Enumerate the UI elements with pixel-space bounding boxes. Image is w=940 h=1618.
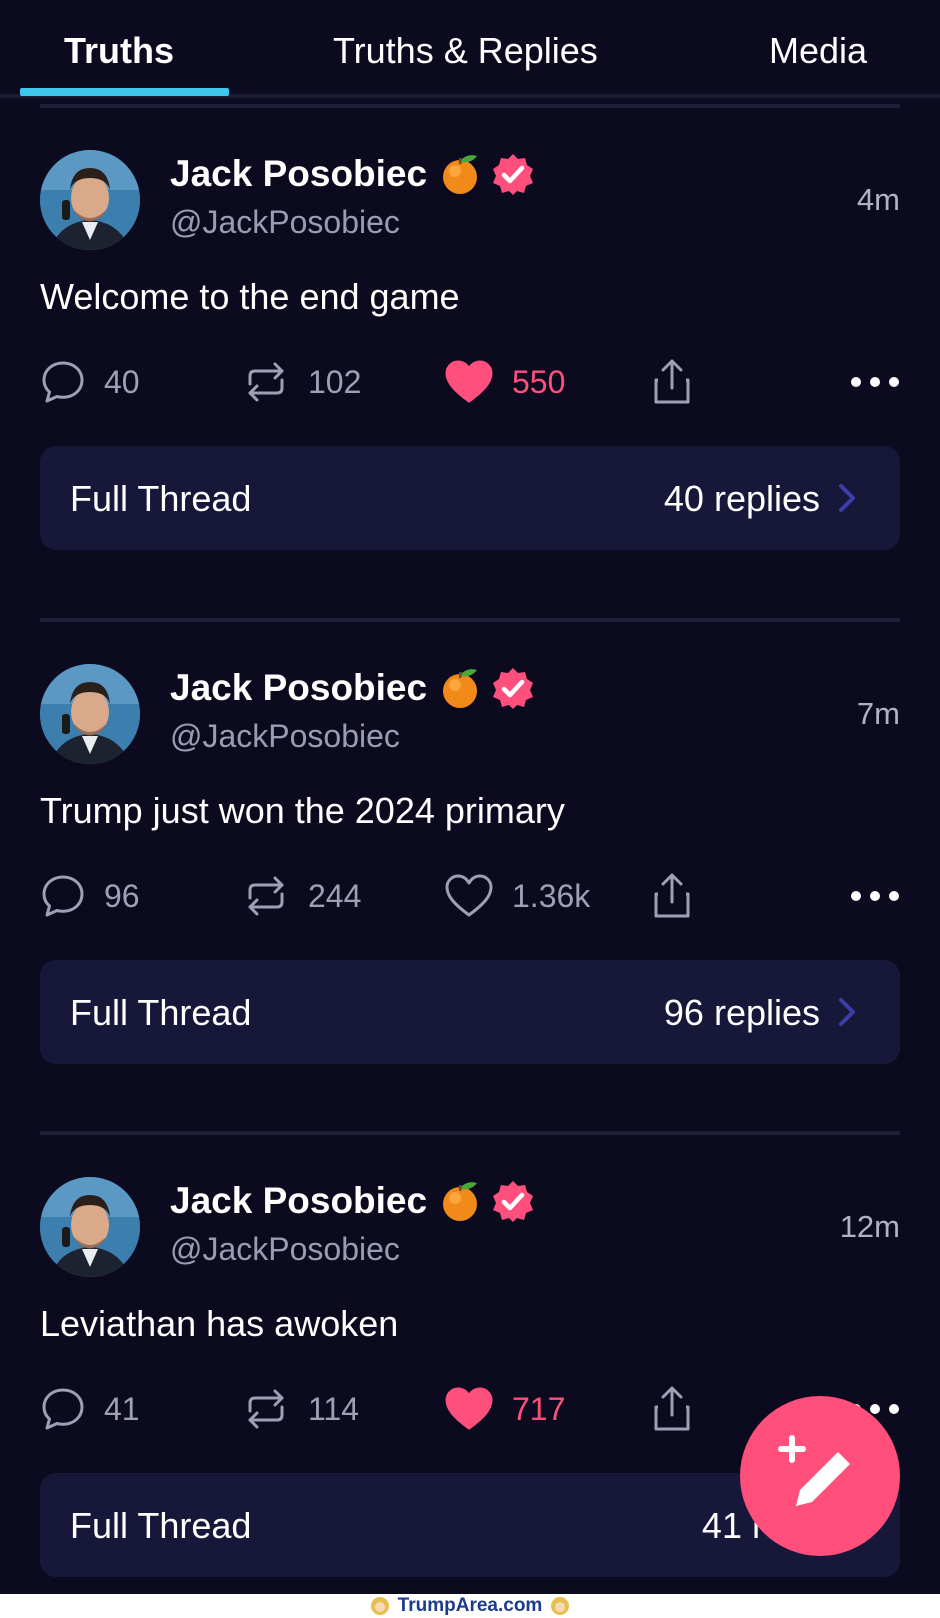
author-handle[interactable]: @JackPosobiec (170, 718, 400, 755)
post-actions: 40 102 550 (0, 354, 940, 410)
reply-button[interactable]: 96 (40, 868, 140, 924)
post-actions: 96 244 1.36k (0, 868, 940, 924)
heart-icon (445, 1387, 493, 1430)
post-divider (40, 1131, 900, 1135)
ellipsis-icon (851, 891, 899, 901)
post-text: Trump just won the 2024 primary (40, 790, 565, 831)
compose-button[interactable] (740, 1396, 900, 1556)
chevron-right-icon (839, 998, 855, 1026)
thread-reply-count: 96 replies (663, 992, 820, 1033)
like-button[interactable]: 717 (444, 1381, 565, 1437)
like-count: 550 (512, 363, 566, 400)
avatar[interactable] (40, 150, 140, 250)
reply-count: 41 (104, 1390, 140, 1427)
reply-button[interactable]: 40 (40, 354, 140, 410)
post-timestamp: 7m (856, 696, 900, 731)
full-thread-button[interactable]: Full Thread 96 replies (40, 960, 900, 1064)
like-count: 1.36k (512, 877, 591, 914)
thread-reply-count: 40 replies (663, 478, 820, 519)
full-thread-label: Full Thread (70, 478, 252, 519)
full-thread-button[interactable]: Full Thread 40 replies (40, 446, 900, 550)
share-upload-icon (654, 1386, 690, 1431)
retruth-button[interactable]: 244 (242, 868, 361, 924)
post-divider (40, 618, 900, 622)
author-row[interactable]: Jack Posobiec (170, 1177, 535, 1225)
share-button[interactable] (652, 354, 692, 410)
speech-bubble-icon (42, 875, 84, 917)
mascot-emblem (551, 1597, 570, 1615)
verified-badge-icon (493, 668, 534, 709)
author-handle[interactable]: @JackPosobiec (170, 1231, 400, 1268)
repost-arrows-icon (248, 362, 284, 402)
compose-pencil-plus-icon (778, 1435, 850, 1506)
heart-icon (445, 360, 493, 403)
post-timestamp: 4m (856, 182, 900, 217)
post-timestamp: 12m (839, 1209, 900, 1244)
share-upload-icon (654, 873, 690, 918)
avatar[interactable] (40, 1177, 140, 1277)
tab-truths[interactable]: Truths (64, 30, 174, 72)
post-divider (40, 104, 900, 108)
active-tab-underline (20, 88, 229, 96)
author-name: Jack Posobiec (170, 667, 428, 708)
post-text: Welcome to the end game (40, 276, 460, 317)
author-handle[interactable]: @JackPosobiec (170, 204, 400, 241)
mascot-emblem (370, 1597, 389, 1615)
full-thread-label: Full Thread (70, 1505, 252, 1546)
share-button[interactable] (652, 868, 692, 924)
tangerine-emoji (443, 155, 478, 194)
author-row[interactable]: Jack Posobiec (170, 664, 535, 712)
chevron-right-icon (839, 484, 855, 512)
author-row[interactable]: Jack Posobiec (170, 150, 535, 198)
heart-icon (445, 874, 493, 917)
full-thread-label: Full Thread (70, 992, 252, 1033)
more-options-button[interactable] (850, 868, 900, 924)
retruth-button[interactable]: 102 (242, 354, 361, 410)
watermark: TrumpArea.com (0, 1594, 940, 1618)
author-name: Jack Posobiec (170, 153, 428, 194)
ellipsis-icon (851, 377, 899, 387)
retruth-button[interactable]: 114 (242, 1381, 359, 1437)
like-button[interactable]: 1.36k (444, 868, 590, 924)
repost-arrows-icon (248, 1389, 284, 1429)
tangerine-emoji (443, 669, 478, 708)
repost-arrows-icon (248, 876, 284, 916)
share-upload-icon (654, 359, 690, 404)
post-text: Leviathan has awoken (40, 1303, 399, 1344)
post[interactable]: Jack Posobiec @JackPosobiec 7m Trump jus… (0, 618, 940, 1118)
share-button[interactable] (652, 1381, 692, 1437)
avatar[interactable] (40, 664, 140, 764)
like-button[interactable]: 550 (444, 354, 565, 410)
reply-count: 40 (104, 363, 140, 400)
author-name: Jack Posobiec (170, 1180, 428, 1221)
tab-media[interactable]: Media (769, 30, 867, 72)
verified-badge-icon (493, 1181, 534, 1222)
tangerine-emoji (443, 1182, 478, 1221)
profile-tabs: Truths Truths & Replies Media (0, 0, 940, 98)
watermark-text: TrumpArea.com (397, 1595, 543, 1616)
retruth-count: 102 (308, 363, 362, 400)
verified-badge-icon (493, 154, 534, 195)
speech-bubble-icon (42, 361, 84, 403)
tab-truths-and-replies[interactable]: Truths & Replies (333, 30, 598, 72)
speech-bubble-icon (42, 1388, 84, 1430)
post[interactable]: Jack Posobiec @JackPosobiec 4m Welcome t… (0, 104, 940, 604)
like-count: 717 (512, 1390, 566, 1427)
more-options-button[interactable] (850, 354, 900, 410)
retruth-count: 244 (308, 877, 362, 914)
reply-count: 96 (104, 877, 140, 914)
retruth-count: 114 (308, 1390, 360, 1427)
reply-button[interactable]: 41 (40, 1381, 140, 1437)
